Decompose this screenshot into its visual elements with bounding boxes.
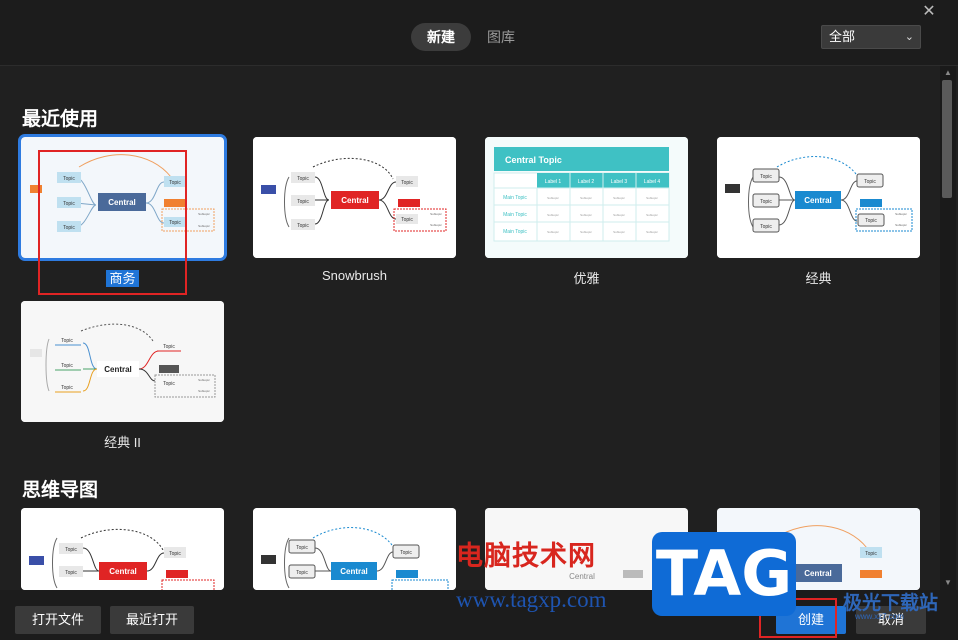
svg-text:Subtopic: Subtopic [198,378,210,382]
svg-text:Subtopic: Subtopic [646,230,658,234]
svg-text:Central: Central [109,567,137,576]
svg-text:Subtopic: Subtopic [613,213,625,217]
svg-text:Topic: Topic [865,218,877,224]
svg-text:Topic: Topic [296,545,308,551]
template-label-classic: 经典 [805,271,832,286]
chevron-down-icon: ⌄ [904,31,914,43]
svg-text:Subtopic: Subtopic [895,212,907,216]
template-card-classic-2[interactable]: Topic Topic Topic Central Topic Topic Su… [21,301,224,422]
svg-text:Label 4: Label 4 [644,179,661,185]
svg-text:Topic: Topic [760,199,772,205]
svg-text:Topic: Topic [401,180,413,186]
svg-text:Central: Central [569,572,595,581]
svg-text:Topic: Topic [864,179,876,185]
svg-text:Central: Central [804,196,832,205]
svg-text:Label 2: Label 2 [578,179,595,185]
dialog-header: 新建 图库 全部 ⌄ ✕ [0,0,958,66]
template-thumbnail-elegant: Central Topic Label 1 Label 2 Label 3 La… [485,137,688,258]
svg-text:Subtopic: Subtopic [547,213,559,217]
mindmap-card-1[interactable]: Topic Topic Central Topic [21,508,224,590]
svg-text:Subtopic: Subtopic [198,212,210,216]
svg-text:Central: Central [804,569,832,578]
svg-text:Main Topic: Main Topic [503,229,527,235]
svg-text:Topic: Topic [65,570,77,576]
svg-text:Topic: Topic [297,176,309,182]
template-label-classic-2: 经典 II [104,435,141,450]
svg-text:Subtopic: Subtopic [580,213,592,217]
svg-text:Central: Central [340,567,368,576]
svg-text:Central: Central [104,365,132,374]
svg-text:Topic: Topic [296,570,308,576]
svg-text:Subtopic: Subtopic [198,389,210,393]
svg-text:Central: Central [341,196,369,205]
watermark-url: www.tagxp.com [456,587,607,612]
svg-text:Subtopic: Subtopic [646,213,658,217]
svg-text:Topic: Topic [61,363,73,369]
filter-value: 全部 [829,29,856,44]
tab-new[interactable]: 新建 [411,23,471,51]
recent-open-button[interactable]: 最近打开 [110,606,194,634]
svg-text:Topic: Topic [65,547,77,553]
svg-text:Topic: Topic [760,224,772,230]
svg-text:Topic: Topic [760,174,772,180]
svg-text:Topic: Topic [400,550,412,556]
svg-text:Label 1: Label 1 [545,179,562,185]
svg-text:Subtopic: Subtopic [646,196,658,200]
mindmap-thumbnail-2: Topic Topic Central Topic [253,508,456,590]
annotation-highlight-box [38,150,187,295]
section-title-recent: 最近使用 [22,109,99,130]
template-card-classic[interactable]: Topic Topic Topic Central Topic Topic Su… [717,137,920,258]
mindmap-card-2[interactable]: Topic Topic Central Topic [253,508,456,590]
template-label-snowbrush: Snowbrush [321,268,388,283]
svg-text:Topic: Topic [163,344,175,350]
svg-text:Topic: Topic [297,223,309,229]
category-filter-select[interactable]: 全部 ⌄ [821,25,921,49]
svg-text:Subtopic: Subtopic [580,230,592,234]
svg-text:Subtopic: Subtopic [430,223,442,227]
svg-text:Topic: Topic [169,551,181,557]
svg-text:Main Topic: Main Topic [503,195,527,201]
tab-library[interactable]: 图库 [471,23,531,51]
svg-text:Label 3: Label 3 [611,179,628,185]
template-card-elegant[interactable]: Central Topic Label 1 Label 2 Label 3 La… [485,137,688,258]
svg-text:Subtopic: Subtopic [580,196,592,200]
template-card-snowbrush[interactable]: Topic Topic Topic Central Topic Topic Su… [253,137,456,258]
scroll-down-icon[interactable]: ▼ [943,578,953,588]
svg-text:Subtopic: Subtopic [198,224,210,228]
svg-text:Topic: Topic [61,338,73,344]
svg-text:Topic: Topic [61,385,73,391]
svg-text:Subtopic: Subtopic [895,223,907,227]
svg-text:Main Topic: Main Topic [503,212,527,218]
svg-text:Topic: Topic [401,217,413,223]
svg-text:Subtopic: Subtopic [613,230,625,234]
template-thumbnail-snowbrush: Topic Topic Topic Central Topic Topic Su… [253,137,456,258]
section-title-mindmap: 思维导图 [22,480,99,501]
template-label-elegant: 优雅 [573,271,600,286]
svg-text:Subtopic: Subtopic [430,212,442,216]
scroll-up-icon[interactable]: ▲ [943,68,953,78]
template-thumbnail-classic: Topic Topic Topic Central Topic Topic Su… [717,137,920,258]
svg-text:Subtopic: Subtopic [547,196,559,200]
open-file-button[interactable]: 打开文件 [15,606,101,634]
scroll-thumb[interactable] [942,80,952,198]
svg-text:Topic: Topic [297,199,309,205]
svg-text:Subtopic: Subtopic [613,196,625,200]
watermark-jiguang: 极光下载站 [843,593,939,614]
svg-text:Topic: Topic [163,381,175,387]
close-icon[interactable]: ✕ [920,3,938,21]
vertical-scrollbar[interactable]: ▲ ▼ [940,66,956,590]
watermark-tag-logo: TAG [652,532,796,616]
view-tabs: 新建 图库 [411,23,531,51]
template-thumbnail-classic-2: Topic Topic Topic Central Topic Topic Su… [21,301,224,422]
svg-text:Topic: Topic [865,551,877,557]
mindmap-thumbnail-1: Topic Topic Central Topic [21,508,224,590]
svg-text:Central Topic: Central Topic [505,155,562,165]
watermark-jiguang-url: www.xz7.com [855,612,904,621]
svg-text:Subtopic: Subtopic [547,230,559,234]
watermark-site-name: 电脑技术网 [456,541,596,571]
